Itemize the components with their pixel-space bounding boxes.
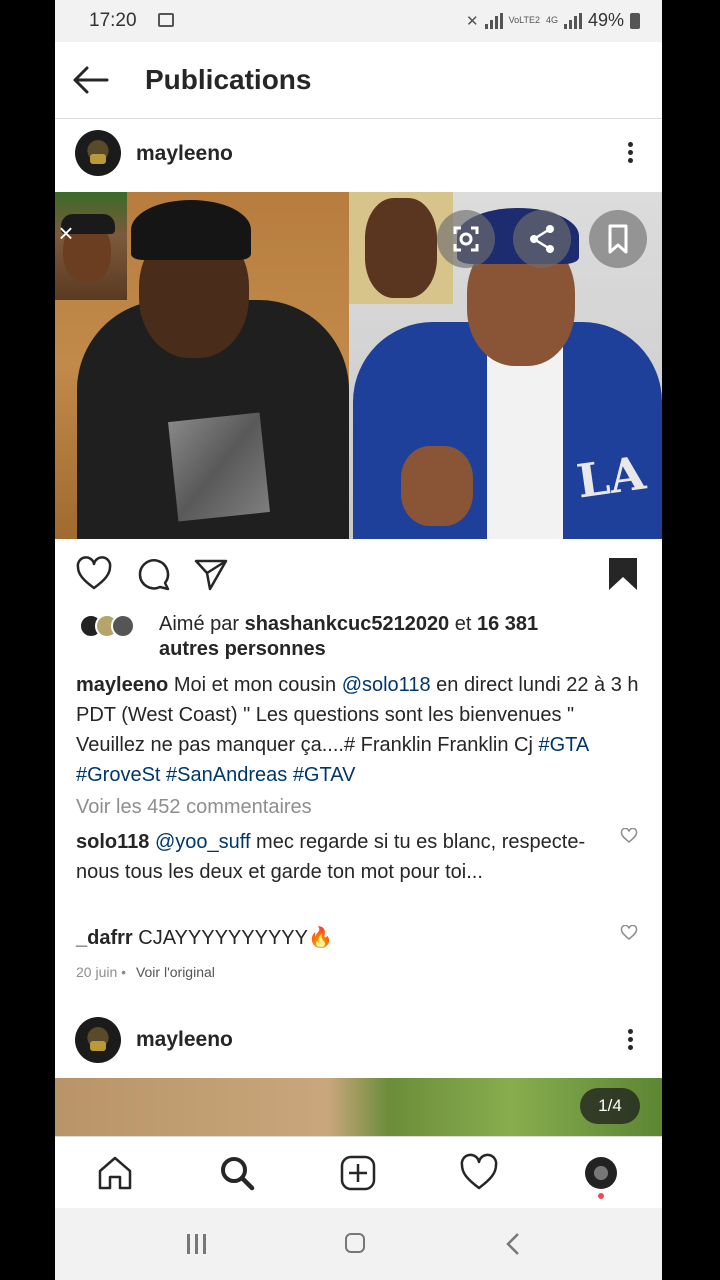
more-icon[interactable] [628,1026,634,1053]
post-username[interactable]: mayleeno [136,142,233,166]
top-bar: Publications [55,42,662,119]
add-icon[interactable] [338,1153,378,1193]
caption-username[interactable]: mayleeno [76,674,168,696]
likes-prefix: Aimé par [159,613,245,635]
liker-avatar [111,614,135,638]
recent-apps-icon[interactable] [187,1234,211,1254]
heart-icon[interactable] [75,556,113,592]
post-caption: mayleeno Moi et mon cousin @solo118 en d… [76,670,646,790]
post-date: 20 juin [76,964,118,980]
hashtag[interactable]: #GTAV [293,764,356,786]
status-right: ✕ VoLTE2 4G 49% [466,10,640,31]
liker-username[interactable]: shashankcuc5212020 [245,613,450,635]
view-comments-link[interactable]: Voir les 452 commentaires [76,796,312,819]
post-image[interactable]: LA × [55,192,662,539]
liker-avatars [79,614,151,640]
person-cap [131,200,251,260]
post-header: mayleeno [55,119,662,189]
avatar[interactable] [75,1017,121,1063]
back-arrow-icon[interactable] [71,62,111,98]
shirt-logo [168,412,270,522]
comment-username[interactable]: _dafrr [76,927,133,949]
save-image-button[interactable] [589,210,647,268]
photo-left [55,192,349,539]
battery-icon [630,12,640,29]
signal-icon [484,12,503,29]
status-bar: 17:20 ✕ VoLTE2 4G 49% [55,0,662,42]
carousel-counter: 1/4 [580,1088,640,1124]
avatar[interactable] [75,130,121,176]
notification-dot [598,1193,604,1199]
network-4g-label: 4G [545,15,558,25]
person-hand [401,446,473,526]
volte-label: VoLTE2 [508,15,540,25]
post-actions [55,540,662,606]
status-time: 17:20 [89,10,137,31]
lens-button[interactable] [437,210,495,268]
mute-icon: ✕ [466,12,479,30]
post-header: mayleeno [55,1005,662,1075]
post-image[interactable]: 1/4 [55,1078,662,1136]
hashtag[interactable]: #GTA [538,734,588,756]
inset-face-2 [365,198,437,298]
bottom-nav [55,1136,662,1209]
page-title: Publications [145,64,312,95]
bookmark-outline-icon [608,224,628,254]
lens-icon [453,226,479,252]
home-button-icon[interactable] [345,1233,365,1253]
home-icon[interactable] [95,1153,135,1193]
caption-text-1: Moi et mon cousin [168,674,342,696]
search-icon[interactable] [217,1153,257,1193]
comment: solo118 @yoo_suff mec regarde si tu es b… [76,827,606,887]
post-username[interactable]: mayleeno [136,1028,233,1052]
comment-like-icon[interactable] [620,925,638,941]
see-original-link[interactable]: Voir l'original [136,964,215,980]
back-nav-icon[interactable] [505,1232,521,1256]
more-icon[interactable] [628,139,634,166]
comment-username[interactable]: solo118 [76,831,149,853]
likes-others[interactable]: autres personnes [159,638,326,661]
hashtag[interactable]: #SanAndreas [166,764,287,786]
close-icon[interactable]: × [55,220,77,246]
comment-icon[interactable] [135,556,171,592]
person-shirt [487,342,563,539]
send-icon[interactable] [193,556,229,592]
likes-text[interactable]: Aimé par shashankcuc5212020 et 16 381 [159,610,639,638]
share-icon [530,225,554,253]
comment-mention[interactable]: @yoo_suff [155,831,251,853]
battery-percent: 49% [587,10,624,30]
comment: _dafrr CJAYYYYYYYYYY🔥 [76,923,606,953]
comment-text: CJAYYYYYYYYYY🔥 [132,927,333,949]
phone-screen: 17:20 ✕ VoLTE2 4G 49% Publications mayle… [55,0,662,1280]
hashtag[interactable]: #GroveSt [76,764,160,786]
gallery-notification-icon [158,13,174,27]
bookmark-icon[interactable] [607,556,639,592]
caption-mention[interactable]: @solo118 [342,674,431,696]
signal-icon-2 [563,12,582,29]
la-logo: LA [573,445,649,509]
post-meta: 20 juin • Voir l'original [76,964,215,980]
likes-row: Aimé par shashankcuc5212020 et 16 381 au… [55,606,662,662]
likes-middle: et [449,613,477,635]
system-nav-bar [55,1208,662,1280]
comment-like-icon[interactable] [620,828,638,844]
share-button[interactable] [513,210,571,268]
activity-heart-icon[interactable] [459,1153,499,1193]
likes-count: 16 381 [476,613,539,635]
profile-avatar[interactable] [585,1157,617,1189]
comment-text: mec regarde si tu es blanc, respecte-nou… [76,831,586,883]
